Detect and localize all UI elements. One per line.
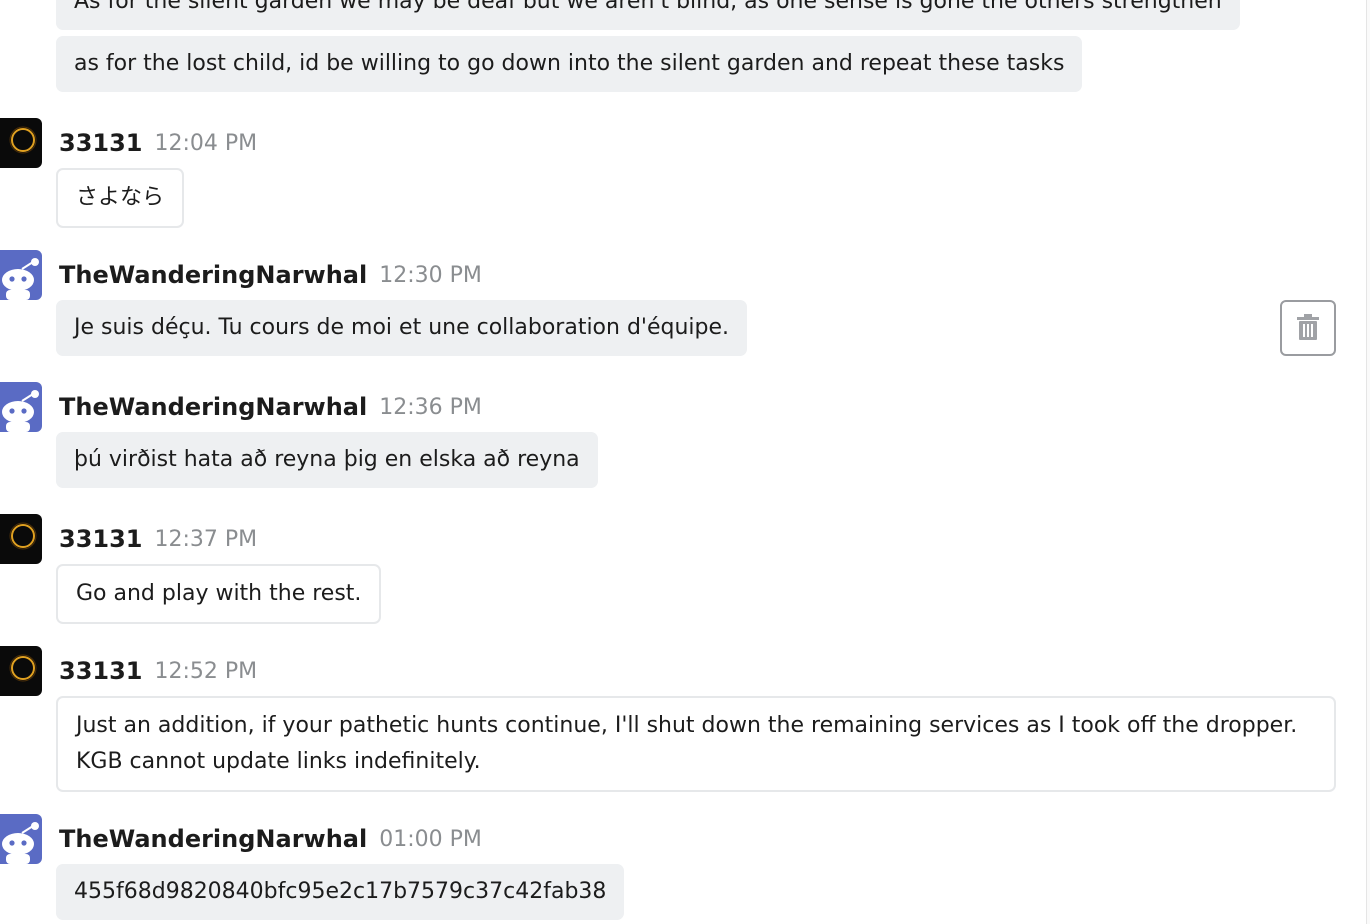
message-author[interactable]: TheWanderingNarwhal xyxy=(59,261,367,289)
message-timestamp: 12:36 PM xyxy=(379,394,482,420)
message-author[interactable]: 33131 xyxy=(59,657,143,685)
message-header: TheWanderingNarwhal 12:36 PM xyxy=(0,382,482,432)
scrollbar[interactable] xyxy=(1366,0,1370,924)
message-header: TheWanderingNarwhal 12:30 PM xyxy=(0,250,482,300)
message-author[interactable]: 33131 xyxy=(59,129,143,157)
eclipse-ring-icon[interactable] xyxy=(0,118,42,168)
message-header: TheWanderingNarwhal 01:00 PM xyxy=(0,814,482,864)
eclipse-ring-icon[interactable] xyxy=(0,646,42,696)
reddit-snoo-icon[interactable] xyxy=(0,382,42,432)
reddit-snoo-icon[interactable] xyxy=(0,814,42,864)
message-author[interactable]: TheWanderingNarwhal xyxy=(59,825,367,853)
message-bubble: Go and play with the rest. xyxy=(56,564,382,624)
message-timestamp: 12:04 PM xyxy=(154,130,258,156)
message-bubble: þú virðist hata að reyna þig en elska að… xyxy=(56,432,598,488)
message-header: 33131 12:04 PM xyxy=(0,118,257,168)
delete-message-button[interactable] xyxy=(1280,300,1336,356)
message-bubble: As for the silent garden we may be deaf … xyxy=(56,0,1240,30)
message-author[interactable]: 33131 xyxy=(59,525,143,553)
trash-icon xyxy=(1297,313,1319,343)
message-bubble: Just an addition, if your pathetic hunts… xyxy=(56,696,1336,792)
message-author[interactable]: TheWanderingNarwhal xyxy=(59,393,367,421)
message-bubble: Je suis déçu. Tu cours de moi et une col… xyxy=(56,300,748,356)
message-bubble: さよなら xyxy=(56,168,185,228)
message-timestamp: 12:30 PM xyxy=(379,262,482,288)
message-bubble: 455f68d9820840bfc95e2c17b7579c37c42fab38 xyxy=(56,864,625,920)
chat-message-list[interactable]: As for the silent garden we may be deaf … xyxy=(0,0,1370,924)
reddit-snoo-icon[interactable] xyxy=(0,250,42,300)
message-header: 33131 12:37 PM xyxy=(0,514,257,564)
message-header: 33131 12:52 PM xyxy=(0,646,257,696)
eclipse-ring-icon[interactable] xyxy=(0,514,42,564)
message-timestamp: 12:52 PM xyxy=(154,658,258,684)
message-timestamp: 12:37 PM xyxy=(154,526,258,552)
message-bubble: as for the lost child, id be willing to … xyxy=(56,36,1083,92)
message-timestamp: 01:00 PM xyxy=(379,826,482,852)
